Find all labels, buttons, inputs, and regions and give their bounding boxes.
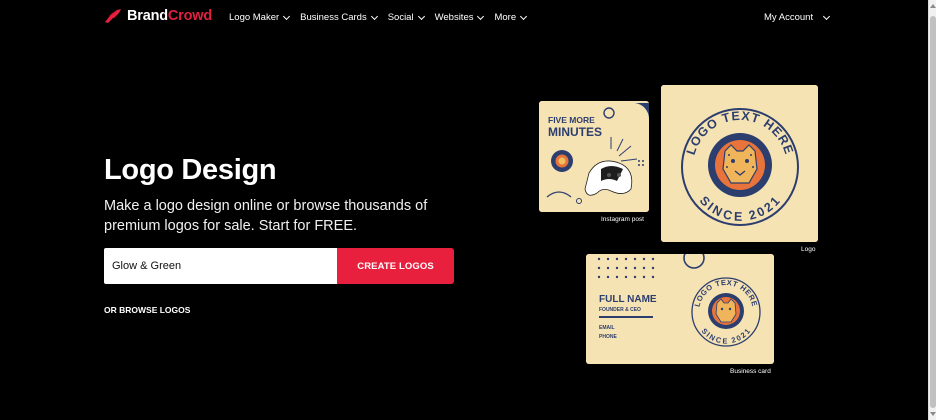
my-account-label: My Account <box>764 12 814 23</box>
logo-search-form: CREATE LOGOS <box>104 248 454 284</box>
card-role: FOUNDER & CEO <box>599 307 641 313</box>
nav-item-label: Logo Maker <box>229 12 280 23</box>
nav-item-business-cards[interactable]: Business Cards <box>300 12 378 23</box>
rocket-bird-icon <box>105 9 121 23</box>
chevron-down-icon <box>477 12 485 20</box>
logo-artwork: LOGO TEXT HERE SINCE 2021 <box>661 85 818 242</box>
page-title: Logo Design <box>104 154 277 186</box>
card-phone-label: PHONE <box>599 334 617 340</box>
chevron-down-icon <box>520 12 528 20</box>
nav-item-label: Websites <box>434 12 474 23</box>
page-scrollbar[interactable] <box>928 0 936 420</box>
logo-caption: Logo <box>801 246 816 253</box>
nav-item-websites[interactable]: Websites <box>434 12 485 23</box>
nav-item-social[interactable]: Social <box>387 12 425 23</box>
my-account-menu[interactable]: My Account <box>764 12 831 23</box>
business-name-input[interactable] <box>104 248 337 284</box>
chevron-down-icon <box>370 12 378 20</box>
chevron-down-icon <box>823 12 831 20</box>
brand-logo[interactable]: BrandCrowd <box>104 8 212 24</box>
card-email-label: EMAIL <box>599 325 615 331</box>
scroll-down-arrow-icon[interactable] <box>930 412 936 416</box>
chevron-down-icon <box>417 12 425 20</box>
chevron-down-icon <box>283 12 291 20</box>
browse-logos-link[interactable]: OR BROWSE LOGOS <box>104 305 190 315</box>
top-nav: BrandCrowd Logo Maker Business Cards Soc… <box>0 0 928 36</box>
main-menu: Logo Maker Business Cards Social Website… <box>229 12 528 23</box>
nav-item-logo-maker[interactable]: Logo Maker <box>229 12 291 23</box>
hero-subtitle: Make a logo design online or browse thou… <box>104 198 428 234</box>
nav-item-label: Social <box>387 12 414 23</box>
instagram-post-caption: Instagram post <box>601 216 644 223</box>
brand-name-part1: Brand <box>127 8 168 24</box>
nav-item-label: Business Cards <box>300 12 367 23</box>
instagram-post-artwork: FIVE MORE MINUTES <box>539 101 649 212</box>
scroll-thumb[interactable] <box>930 16 936 408</box>
business-card-caption: Business card <box>730 368 771 375</box>
nav-item-more[interactable]: More <box>494 12 528 23</box>
instagram-headline-line2: MINUTES <box>548 125 602 139</box>
business-card-preview[interactable]: FULL NAME FOUNDER & CEO EMAIL PHONE LOGO… <box>586 254 774 364</box>
create-logos-button[interactable]: CREATE LOGOS <box>337 248 454 284</box>
business-card-artwork: FULL NAME FOUNDER & CEO EMAIL PHONE LOGO… <box>586 254 774 364</box>
cheetah-mark <box>722 144 758 184</box>
scroll-up-arrow-icon[interactable] <box>930 4 936 8</box>
brand-name-part2: Crowd <box>167 8 213 24</box>
instagram-post-preview[interactable]: FIVE MORE MINUTES <box>539 101 649 212</box>
instagram-headline-line1: FIVE MORE <box>548 115 595 125</box>
logo-preview[interactable]: LOGO TEXT HERE SINCE 2021 <box>661 85 818 242</box>
card-name: FULL NAME <box>599 294 657 305</box>
nav-item-label: More <box>494 12 517 23</box>
brand-name: BrandCrowd <box>127 8 212 24</box>
